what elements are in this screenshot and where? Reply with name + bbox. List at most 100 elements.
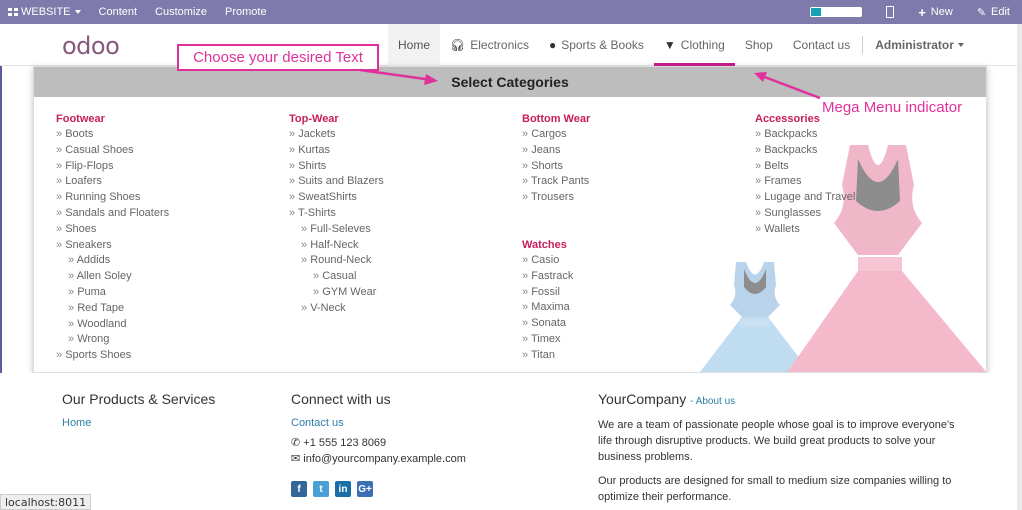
- website-menu-label: WEBSITE: [21, 6, 71, 18]
- googleplus-icon[interactable]: G+: [357, 481, 373, 497]
- submenu-item[interactable]: V-Neck: [289, 301, 519, 317]
- footer-connect-title: Connect with us: [291, 391, 391, 407]
- submenu-item[interactable]: Red Tape: [56, 301, 286, 317]
- menu-item[interactable]: Maxima: [522, 300, 752, 316]
- submenu-item[interactable]: Full-Seleves: [289, 222, 519, 238]
- nav-sports-books[interactable]: ● Sports & Books: [539, 24, 654, 66]
- new-button-label: New: [930, 6, 953, 18]
- submenu-item[interactable]: Wrong: [56, 332, 286, 348]
- menu-item[interactable]: Boots: [56, 127, 286, 143]
- footer-home-link[interactable]: Home: [62, 417, 215, 429]
- submenu-item[interactable]: Half-Neck: [289, 238, 519, 254]
- submenu-item[interactable]: Addids: [56, 253, 286, 269]
- menu-item[interactable]: Loafers: [56, 174, 286, 190]
- footer-paragraph-1: We are a team of passionate people whose…: [598, 419, 955, 463]
- menu-item[interactable]: Fossil: [522, 285, 752, 301]
- menu-item[interactable]: T-Shirts: [289, 206, 519, 222]
- menu-item[interactable]: Trousers: [522, 190, 752, 206]
- facebook-icon[interactable]: f: [291, 481, 307, 497]
- menu-item[interactable]: Shoes: [56, 222, 286, 238]
- menu-item[interactable]: Frames: [755, 174, 985, 190]
- submenu-item[interactable]: Round-Neck: [289, 253, 519, 269]
- menu-item[interactable]: Cargos: [522, 127, 752, 143]
- footwear-heading[interactable]: Footwear: [56, 111, 286, 127]
- bottomwear-column: Bottom Wear Cargos Jeans Shorts Track Pa…: [522, 111, 752, 364]
- nav-home[interactable]: Home: [388, 24, 441, 66]
- odoo-logo[interactable]: odoo: [62, 32, 120, 60]
- menu-item[interactable]: SweatShirts: [289, 190, 519, 206]
- nav-clothing[interactable]: ▼ Clothing: [653, 24, 735, 66]
- watches-heading[interactable]: Watches: [522, 237, 752, 253]
- menu-item[interactable]: Running Shoes: [56, 190, 286, 206]
- menu-item[interactable]: Belts: [755, 159, 985, 175]
- status-bar-url: localhost:8011: [0, 494, 92, 510]
- admin-bar: WEBSITE Content Customize Promote + New …: [0, 0, 1022, 24]
- plus-icon: +: [918, 4, 926, 20]
- menu-item[interactable]: Shorts: [522, 159, 752, 175]
- dress-icon: ▼: [663, 38, 676, 52]
- menu-item[interactable]: Casual Shoes: [56, 143, 286, 159]
- nav-sports-label: Sports & Books: [561, 38, 644, 52]
- promote-menu[interactable]: Promote: [225, 0, 267, 24]
- menu-item[interactable]: Flip-Flops: [56, 159, 286, 175]
- linkedin-icon[interactable]: in: [335, 481, 351, 497]
- new-button[interactable]: + New: [918, 0, 953, 24]
- bottomwear-heading[interactable]: Bottom Wear: [522, 111, 752, 127]
- menu-item[interactable]: Backpacks: [755, 143, 985, 159]
- footwear-column: Footwear Boots Casual Shoes Flip-Flops L…: [56, 111, 286, 364]
- menu-item[interactable]: Sandals and Floaters: [56, 206, 286, 222]
- footer-connect-column: Connect with us Contact us ✆ +1 555 123 …: [291, 391, 466, 497]
- customize-menu[interactable]: Customize: [155, 0, 207, 24]
- nav-contact[interactable]: Contact us: [783, 24, 860, 66]
- menu-item[interactable]: Kurtas: [289, 143, 519, 159]
- company-name: YourCompany: [598, 391, 687, 407]
- submenu-item[interactable]: Puma: [56, 285, 286, 301]
- annotation-choose-text: Choose your desired Text: [177, 44, 379, 71]
- website-menu[interactable]: WEBSITE: [8, 0, 81, 24]
- submenu-item[interactable]: Casual: [289, 269, 519, 285]
- nav-admin[interactable]: Administrator: [865, 24, 974, 66]
- menu-item[interactable]: Titan: [522, 348, 752, 364]
- topwear-heading[interactable]: Top-Wear: [289, 111, 519, 127]
- progress-toggle[interactable]: [810, 7, 863, 17]
- menu-item[interactable]: Jackets: [289, 127, 519, 143]
- menu-item[interactable]: Sunglasses: [755, 206, 985, 222]
- caret-down-icon: [957, 43, 964, 47]
- nav-shop[interactable]: Shop: [735, 24, 783, 66]
- footer-contact-link[interactable]: Contact us: [291, 417, 466, 429]
- footer-company-column: YourCompany - About us We are a team of …: [598, 391, 968, 505]
- menu-item[interactable]: Sneakers: [56, 238, 286, 254]
- football-icon: ●: [548, 38, 557, 52]
- caret-down-icon: [74, 10, 81, 14]
- nav-divider: [862, 36, 864, 54]
- phone-icon: ✆: [291, 437, 304, 449]
- menu-item[interactable]: Timex: [522, 332, 752, 348]
- mobile-preview-icon[interactable]: [886, 6, 895, 18]
- accessories-column: Accessories Backpacks Backpacks Belts Fr…: [755, 111, 985, 238]
- content-menu[interactable]: Content: [99, 0, 138, 24]
- footer-email-text: info@yourcompany.example.com: [303, 453, 466, 465]
- menu-item[interactable]: Shirts: [289, 159, 519, 175]
- menu-item[interactable]: Sonata: [522, 316, 752, 332]
- envelope-icon: ✉: [291, 453, 304, 465]
- menu-item[interactable]: Suits and Blazers: [289, 174, 519, 190]
- scrollbar[interactable]: [1017, 24, 1022, 510]
- nav-electronics[interactable]: 🎧︎ Electronics: [440, 24, 539, 66]
- menu-item[interactable]: Jeans: [522, 143, 752, 159]
- edit-button[interactable]: ✎ Edit: [977, 0, 1010, 24]
- annotation-mega-indicator: Mega Menu indicator: [822, 99, 963, 116]
- submenu-item[interactable]: Allen Soley: [56, 269, 286, 285]
- menu-item[interactable]: Sports Shoes: [56, 348, 286, 364]
- about-us-link[interactable]: - About us: [690, 396, 735, 407]
- topwear-column: Top-Wear Jackets Kurtas Shirts Suits and…: [289, 111, 519, 317]
- menu-item[interactable]: Wallets: [755, 222, 985, 238]
- menu-item[interactable]: Backpacks: [755, 127, 985, 143]
- menu-item[interactable]: Lugage and Travel: [755, 190, 985, 206]
- menu-item[interactable]: Track Pants: [522, 174, 752, 190]
- nav-electronics-label: Electronics: [470, 38, 529, 52]
- submenu-item[interactable]: Woodland: [56, 317, 286, 333]
- twitter-icon[interactable]: t: [313, 481, 329, 497]
- menu-item[interactable]: Fastrack: [522, 269, 752, 285]
- submenu-item[interactable]: GYM Wear: [289, 285, 519, 301]
- menu-item[interactable]: Casio: [522, 253, 752, 269]
